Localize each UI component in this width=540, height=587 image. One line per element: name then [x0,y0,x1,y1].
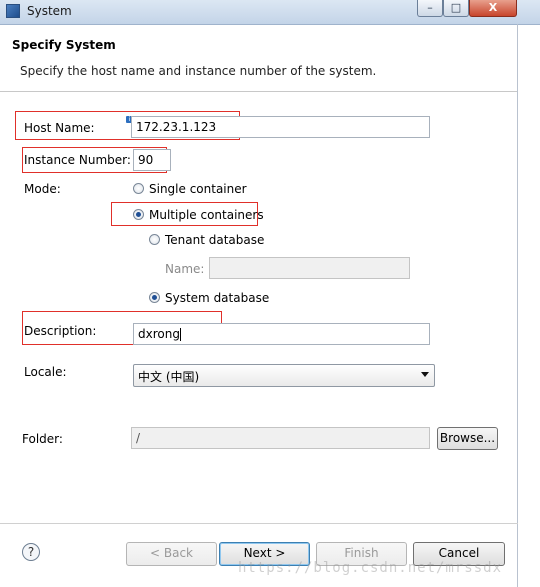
minimize-button[interactable]: – [417,0,443,17]
maximize-button[interactable]: □ [443,0,469,17]
system-database-radio[interactable] [149,292,160,303]
footer-separator [0,523,518,524]
window-title: System [27,4,72,18]
back-button[interactable]: < Back [126,542,217,566]
multiple-containers-label[interactable]: Multiple containers [149,208,264,222]
help-icon[interactable]: ? [22,543,40,561]
locale-selected-value: 中文 (中国) [138,370,200,384]
description-label: Description: [24,324,97,338]
watermark-text: https://blog.csdn.net/mrssdx [238,560,503,576]
single-container-radio[interactable] [133,183,144,194]
folder-input[interactable]: / [131,427,430,449]
page-title: Specify System [12,38,116,52]
page-description: Specify the host name and instance numbe… [20,64,377,78]
description-value: dxrong [138,327,180,341]
instance-number-input[interactable]: 90 [133,149,171,171]
tenant-database-label[interactable]: Tenant database [165,233,264,247]
host-name-input[interactable]: 172.23.1.123 [131,116,430,138]
browse-button[interactable]: Browse... [437,427,498,450]
mode-label: Mode: [24,182,61,196]
locale-label: Locale: [24,365,67,379]
app-icon [6,4,20,18]
name-label: Name: [165,262,205,276]
description-input[interactable]: dxrong [133,323,430,345]
single-container-label[interactable]: Single container [149,182,247,196]
text-caret [179,328,181,341]
folder-label: Folder: [22,432,63,446]
wizard-header [0,25,518,92]
close-button[interactable]: X [469,0,517,17]
system-database-label[interactable]: System database [165,291,269,305]
chevron-down-icon [421,372,429,377]
instance-number-label: Instance Number: [24,153,131,167]
name-input[interactable] [209,257,410,279]
window-frame-edge [517,24,518,587]
locale-select[interactable]: 中文 (中国) [133,364,435,387]
tenant-database-radio[interactable] [149,234,160,245]
host-name-label: Host Name: [24,121,95,135]
multiple-containers-radio[interactable] [133,209,144,220]
